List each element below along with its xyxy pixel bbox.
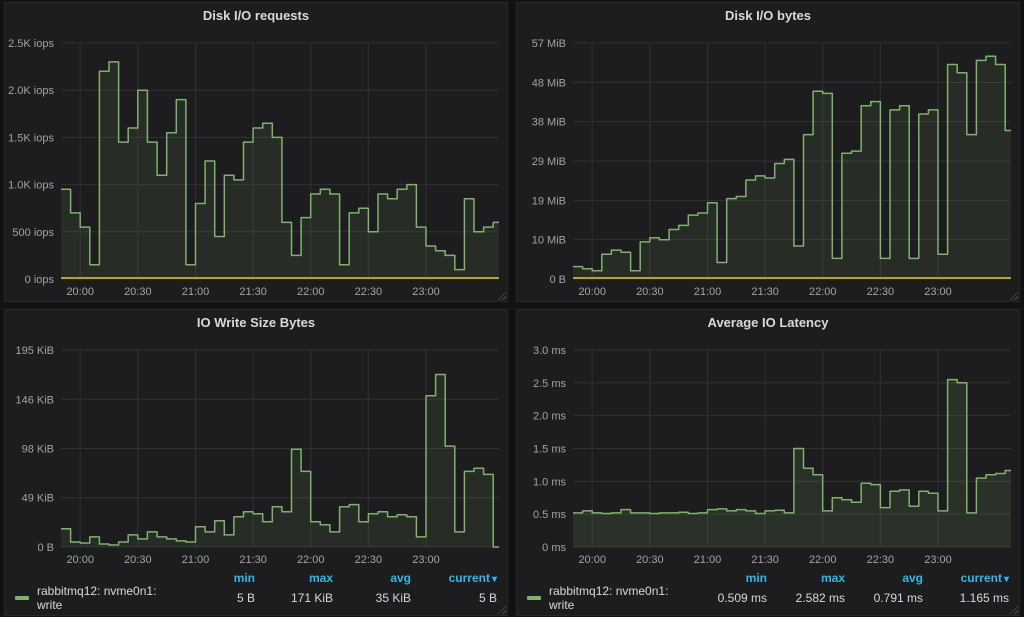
x-axis-label: 21:30 xyxy=(239,554,267,566)
legend-value-avg: 35 KiB xyxy=(333,591,411,605)
legend-value-min: 0.509 ms xyxy=(689,591,767,605)
disk-io-bytes-chart[interactable]: 0 B 10 MiB 19 MiB 29 MiB 38 MiB 48 MiB 57 MiB 2… xyxy=(517,29,1019,301)
panel-disk-io-bytes: Disk I/O bytes 0 B 10 MiB 19 MiB 29 MiB 38 M… xyxy=(516,2,1020,302)
x-axis-label: 20:30 xyxy=(124,286,152,298)
legend: min max avg current▾ rabbitmq12: nvme0n1… xyxy=(517,569,1019,615)
x-axis-label: 22:30 xyxy=(867,286,895,298)
y-axis-label: 0 B xyxy=(37,542,54,554)
legend-value-avg: 0.791 ms xyxy=(845,591,923,605)
y-axis-label: 1.5 ms xyxy=(533,444,567,456)
series-fill xyxy=(573,56,1011,279)
average-io-latency-chart[interactable]: 0 ms 0.5 ms 1.0 ms 1.5 ms 2.0 ms 2.5 ms 3.0 ms… xyxy=(517,336,1019,569)
y-axis-label: 0 ms xyxy=(542,542,566,554)
y-axis-label: 0 iops xyxy=(25,274,55,286)
y-axis-label: 3.0 ms xyxy=(533,345,567,357)
y-axis-label: 98 KiB xyxy=(22,443,54,455)
disk-io-requests-chart[interactable]: 0 iops 500 iops 1.0K iops 1.5K iops 2.0K iop… xyxy=(5,29,507,301)
io-write-size-bytes-chart[interactable]: 0 B 49 KiB 98 KiB 146 KiB 195 KiB 20:00 20:30 2… xyxy=(5,336,507,569)
x-axis-label: 23:00 xyxy=(924,554,952,566)
series-color-swatch xyxy=(15,596,29,600)
legend-col-current[interactable]: current▾ xyxy=(411,571,497,585)
legend-col-min[interactable]: min xyxy=(177,571,255,585)
legend-col-min[interactable]: min xyxy=(689,571,767,585)
legend-value-min: 5 B xyxy=(177,591,255,605)
x-axis-label: 21:00 xyxy=(694,286,722,298)
y-axis-label: 195 KiB xyxy=(15,345,54,357)
series-fill xyxy=(61,375,499,548)
x-axis-label: 23:00 xyxy=(412,554,440,566)
y-axis-label: 2.0K iops xyxy=(8,85,54,97)
dashboard-grid: Disk I/O requests 0 iops 500 iops 1.0K iop… xyxy=(0,0,1024,617)
y-axis-label: 1.5K iops xyxy=(8,132,54,144)
y-axis-label: 2.5 ms xyxy=(533,378,567,390)
panel-title-io-write-size-bytes[interactable]: IO Write Size Bytes xyxy=(5,310,507,336)
series-color-swatch xyxy=(527,596,541,600)
x-axis-label: 20:30 xyxy=(636,286,664,298)
y-axis-label: 500 iops xyxy=(12,227,54,239)
panel-average-io-latency: Average IO Latency 0 ms 0.5 ms 1.0 ms 1.5 m… xyxy=(516,309,1020,616)
x-axis-label: 22:00 xyxy=(809,286,837,298)
y-axis-label: 0.5 ms xyxy=(533,509,567,521)
x-axis-label: 20:00 xyxy=(66,286,94,298)
y-axis-label: 1.0 ms xyxy=(533,476,567,488)
panel-title-disk-io-bytes[interactable]: Disk I/O bytes xyxy=(517,3,1019,29)
x-axis-label: 22:00 xyxy=(297,286,325,298)
panel-title-disk-io-requests[interactable]: Disk I/O requests xyxy=(5,3,507,29)
panel-title-average-io-latency[interactable]: Average IO Latency xyxy=(517,310,1019,336)
y-axis-label: 29 MiB xyxy=(532,156,566,168)
x-axis-label: 20:30 xyxy=(636,554,664,566)
y-axis-label: 57 MiB xyxy=(532,38,566,50)
y-axis-label: 2.0 ms xyxy=(533,411,567,423)
sort-caret-icon: ▾ xyxy=(492,574,497,585)
x-axis-label: 20:00 xyxy=(66,554,94,566)
x-axis-label: 21:00 xyxy=(182,286,210,298)
x-axis-label: 21:00 xyxy=(182,554,210,566)
y-axis-label: 49 KiB xyxy=(22,493,54,505)
series-name[interactable]: rabbitmq12: nvme0n1: write xyxy=(549,584,689,612)
legend-value-max: 171 KiB xyxy=(255,591,333,605)
legend-col-max[interactable]: max xyxy=(767,571,845,585)
x-axis-label: 21:30 xyxy=(751,286,779,298)
y-axis-label: 2.5K iops xyxy=(8,38,54,50)
legend: min max avg current▾ rabbitmq12: nvme0n1… xyxy=(5,569,507,615)
legend-value-max: 2.582 ms xyxy=(767,591,845,605)
legend-row: rabbitmq12: nvme0n1: write 0.509 ms 2.58… xyxy=(527,587,1009,609)
x-axis-label: 23:00 xyxy=(412,286,440,298)
y-axis-label: 48 MiB xyxy=(532,77,566,89)
x-axis-label: 22:00 xyxy=(809,554,837,566)
y-axis-label: 10 MiB xyxy=(532,235,566,247)
panel-io-write-size-bytes: IO Write Size Bytes 0 B 49 KiB 98 KiB 146 K… xyxy=(4,309,508,616)
legend-col-max[interactable]: max xyxy=(255,571,333,585)
y-axis-label: 146 KiB xyxy=(15,394,54,406)
series-name[interactable]: rabbitmq12: nvme0n1: write xyxy=(37,584,177,612)
x-axis-label: 20:30 xyxy=(124,554,152,566)
y-axis-label: 38 MiB xyxy=(532,117,566,129)
legend-col-avg[interactable]: avg xyxy=(333,571,411,585)
x-axis-label: 23:00 xyxy=(924,286,952,298)
x-axis-label: 20:00 xyxy=(578,286,606,298)
y-axis-label: 1.0K iops xyxy=(8,180,54,192)
x-axis-label: 21:00 xyxy=(694,554,722,566)
series-line xyxy=(573,380,1011,514)
y-axis-label: 19 MiB xyxy=(532,195,566,207)
y-axis-label: 0 B xyxy=(549,274,566,286)
x-axis-label: 20:00 xyxy=(578,554,606,566)
legend-col-current[interactable]: current▾ xyxy=(923,571,1009,585)
x-axis-label: 22:30 xyxy=(355,554,383,566)
x-axis-label: 21:30 xyxy=(751,554,779,566)
legend-value-current: 1.165 ms xyxy=(923,591,1009,605)
legend-col-avg[interactable]: avg xyxy=(845,571,923,585)
sort-caret-icon: ▾ xyxy=(1004,574,1009,585)
x-axis-label: 21:30 xyxy=(239,286,267,298)
legend-row: rabbitmq12: nvme0n1: write 5 B 171 KiB 3… xyxy=(15,587,497,609)
legend-value-current: 5 B xyxy=(411,591,497,605)
x-axis-label: 22:30 xyxy=(355,286,383,298)
x-axis-label: 22:30 xyxy=(867,554,895,566)
series-fill xyxy=(573,380,1011,547)
panel-disk-io-requests: Disk I/O requests 0 iops 500 iops 1.0K iop… xyxy=(4,2,508,302)
x-axis-label: 22:00 xyxy=(297,554,325,566)
